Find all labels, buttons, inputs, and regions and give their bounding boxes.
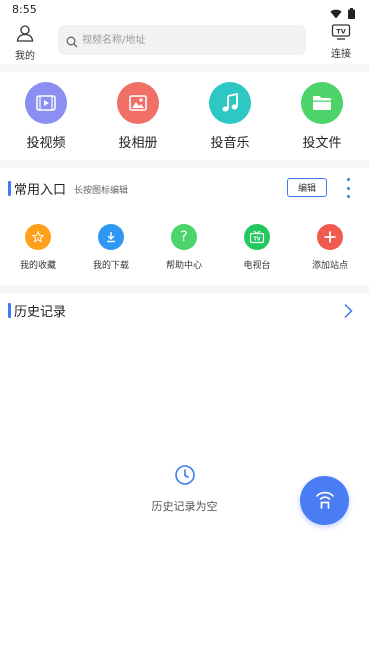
shortcut-add-site-label: 添加站点 xyxy=(311,261,348,271)
user-icon xyxy=(16,25,34,46)
music-icon xyxy=(209,82,251,124)
more-menu-icon[interactable] xyxy=(344,178,352,198)
cast-file-label: 投文件 xyxy=(302,136,342,151)
connect-button[interactable]: TV 连接 xyxy=(326,24,356,60)
video-icon xyxy=(25,82,67,124)
tv-icon: TV xyxy=(244,224,270,250)
cast-music-label: 投音乐 xyxy=(210,136,250,151)
shortcuts-title: 常用入口 xyxy=(14,183,67,198)
section-divider xyxy=(0,285,369,293)
svg-text:TV: TV xyxy=(253,237,260,243)
shortcut-downloads[interactable]: 我的下载 xyxy=(83,224,139,271)
section-divider xyxy=(0,160,369,168)
history-header[interactable]: 历史记录 xyxy=(0,296,369,326)
cast-file-button[interactable]: 投文件 xyxy=(282,82,362,151)
edit-button[interactable]: 编辑 xyxy=(287,178,327,197)
section-divider xyxy=(0,64,369,72)
shortcut-tv-label: 电视台 xyxy=(243,261,271,271)
cast-video-label: 投视频 xyxy=(26,136,66,151)
svg-text:✓: ✓ xyxy=(36,235,39,240)
cast-music-button[interactable]: 投音乐 xyxy=(190,82,270,151)
folder-icon xyxy=(301,82,343,124)
photo-icon xyxy=(117,82,159,124)
download-icon xyxy=(98,224,124,250)
shortcuts-hint: 长按图标编辑 xyxy=(74,186,129,196)
cast-photo-label: 投相册 xyxy=(118,136,158,151)
search-icon xyxy=(66,33,78,52)
shortcut-downloads-label: 我的下载 xyxy=(92,261,129,271)
cast-actions: 投视频 投相册 投音乐 投文件 xyxy=(0,72,369,160)
section-accent-bar xyxy=(8,181,11,196)
screen-cast-fab[interactable] xyxy=(300,476,349,525)
help-icon: ? xyxy=(171,224,197,250)
section-accent-bar xyxy=(8,303,11,318)
shortcut-favorites-label: 我的收藏 xyxy=(19,261,56,271)
connect-label: 连接 xyxy=(331,49,351,60)
top-bar: 我的 TV 连接 xyxy=(0,20,369,64)
shortcuts-header: 常用入口 长按图标编辑 编辑 xyxy=(0,174,369,204)
status-time: 8:55 xyxy=(12,3,37,16)
cast-photo-button[interactable]: 投相册 xyxy=(98,82,178,151)
clock-icon xyxy=(174,465,196,490)
shortcut-help[interactable]: ? 帮助中心 xyxy=(156,224,212,271)
shortcut-tv[interactable]: TV 电视台 xyxy=(229,224,285,271)
cast-signal-icon xyxy=(313,487,337,514)
search-input[interactable] xyxy=(82,25,302,55)
chevron-right-icon[interactable] xyxy=(342,303,354,323)
status-bar: 8:55 xyxy=(0,0,369,20)
shortcut-add-site[interactable]: 添加站点 xyxy=(302,224,358,271)
me-label: 我的 xyxy=(15,51,35,62)
history-title: 历史记录 xyxy=(14,305,67,320)
search-bar[interactable] xyxy=(58,25,306,55)
shortcut-favorites[interactable]: ✓ 我的收藏 xyxy=(10,224,66,271)
tv-connect-icon: TV xyxy=(331,24,351,44)
plus-icon xyxy=(317,224,343,250)
svg-text:TV: TV xyxy=(336,28,345,36)
star-icon: ✓ xyxy=(25,224,51,250)
cast-video-button[interactable]: 投视频 xyxy=(6,82,86,151)
shortcut-help-label: 帮助中心 xyxy=(165,261,202,271)
me-button[interactable]: 我的 xyxy=(10,24,40,62)
